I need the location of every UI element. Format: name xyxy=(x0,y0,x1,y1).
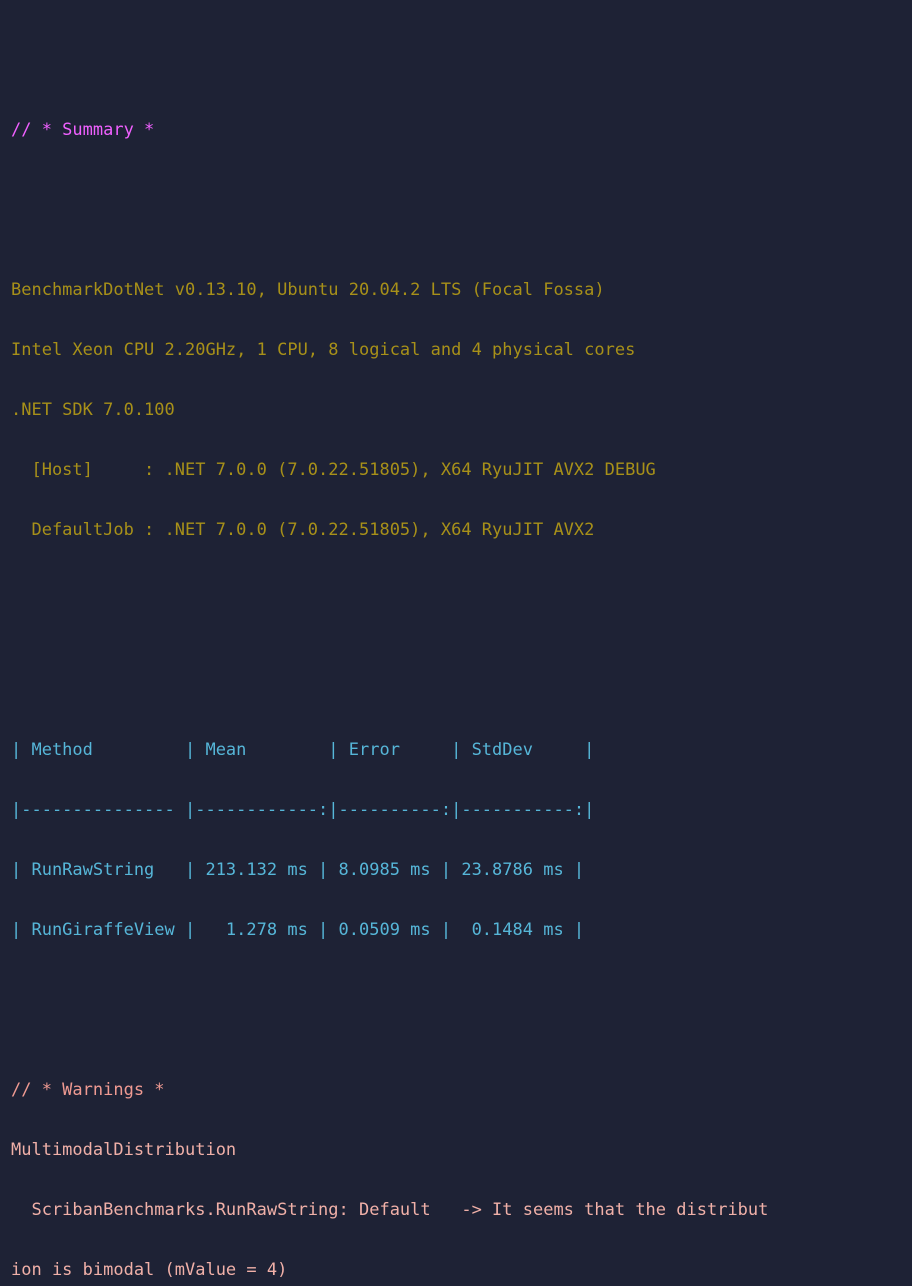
blank-line-2 xyxy=(11,600,912,620)
table-header-row: | Method | Mean | Error | StdDev | xyxy=(11,740,912,760)
env-line-benchmarkdotnet: BenchmarkDotNet v0.13.10, Ubuntu 20.04.2… xyxy=(11,280,912,300)
warnings-category: MultimodalDistribution xyxy=(11,1140,912,1160)
warning-entry-line: ScribanBenchmarks.RunRawString: Default … xyxy=(11,1200,912,1220)
env-line-sdk: .NET SDK 7.0.100 xyxy=(11,400,912,420)
table-row: | RunGiraffeView | 1.278 ms | 0.0509 ms … xyxy=(11,920,912,940)
env-line-defaultjob: DefaultJob : .NET 7.0.0 (7.0.22.51805), … xyxy=(11,520,912,540)
warning-entry-line: ion is bimodal (mValue = 4) xyxy=(11,1260,912,1280)
terminal-window: // * Summary * BenchmarkDotNet v0.13.10,… xyxy=(0,0,912,643)
terminal-output: // * Summary * BenchmarkDotNet v0.13.10,… xyxy=(0,40,912,1286)
table-row: | RunRawString | 213.132 ms | 8.0985 ms … xyxy=(11,860,912,880)
warnings-header: // * Warnings * xyxy=(11,1080,912,1100)
blank-line-1 xyxy=(11,200,912,220)
table-separator-row: |--------------- |------------:|--------… xyxy=(11,800,912,820)
env-line-host: [Host] : .NET 7.0.0 (7.0.22.51805), X64 … xyxy=(11,460,912,480)
blank-line-4 xyxy=(11,1000,912,1020)
env-line-cpu: Intel Xeon CPU 2.20GHz, 1 CPU, 8 logical… xyxy=(11,340,912,360)
blank-line-3 xyxy=(11,660,912,680)
summary-header: // * Summary * xyxy=(11,120,912,140)
